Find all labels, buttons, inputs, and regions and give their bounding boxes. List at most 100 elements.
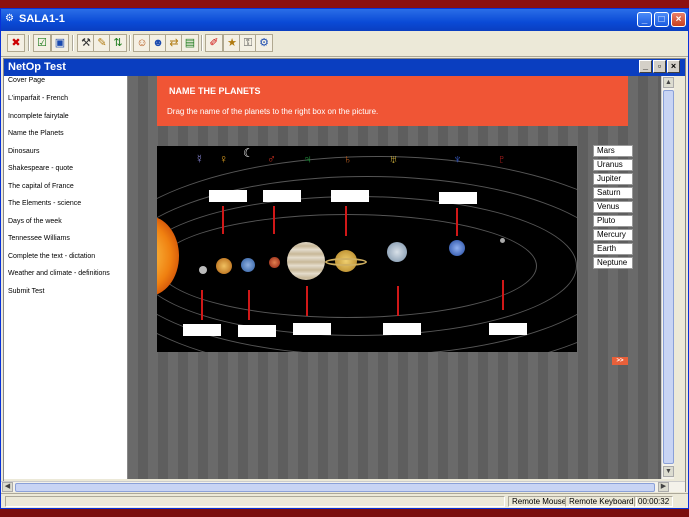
pointer-line	[273, 206, 275, 234]
drop-box-top-4[interactable]	[439, 192, 477, 204]
status-remote-keyboard: Remote Keyboard	[565, 496, 638, 507]
status-bar: Remote Mouse Remote Keyboard 00:00:32	[1, 493, 688, 508]
nav-item-dinosaurs[interactable]: Dinosaurs	[8, 148, 40, 155]
nav-item-submit[interactable]: Submit Test	[8, 288, 44, 295]
neptune-symbol: ♆	[453, 152, 462, 166]
pluto-symbol: ♇	[497, 152, 506, 166]
neptune-planet	[449, 240, 465, 256]
scroll-left-icon[interactable]: ◀	[2, 482, 13, 492]
nav-item-weather[interactable]: Weather and climate - definitions	[8, 270, 110, 277]
nav-item-capital-france[interactable]: The capital of France	[8, 183, 74, 190]
drop-box-top-2[interactable]	[263, 190, 301, 202]
test-navigation: Cover Page L'imparfait - French Incomple…	[4, 76, 128, 479]
drop-box-bottom-5[interactable]	[489, 323, 527, 335]
nav-item-cover-page[interactable]: Cover Page	[8, 77, 45, 84]
planet-label-venus[interactable]: Venus	[593, 201, 633, 213]
scroll-right-icon[interactable]: ▶	[658, 482, 669, 492]
pointer-line	[248, 290, 250, 320]
planet-label-saturn[interactable]: Saturn	[593, 187, 633, 199]
netop-test-title: NetOp Test	[8, 61, 66, 73]
status-timer: 00:00:32	[634, 496, 674, 507]
close-session-icon[interactable]: ✖	[7, 34, 25, 52]
toolbar-separator	[129, 35, 131, 51]
screen-icon[interactable]: ▣	[51, 34, 69, 52]
nav-item-days-week[interactable]: Days of the week	[8, 218, 62, 225]
planet-label-uranus[interactable]: Uranus	[593, 159, 633, 171]
mars-symbol: ♂	[267, 152, 276, 166]
chart-icon[interactable]: ▤	[181, 34, 199, 52]
vertical-scroll-thumb[interactable]	[663, 90, 674, 464]
mars-planet	[269, 257, 280, 268]
inner-restore-button[interactable]: ▫	[653, 60, 666, 73]
status-remote-mouse: Remote Mouse	[508, 496, 571, 507]
planet-label-jupiter[interactable]: Jupiter	[593, 173, 633, 185]
nav-item-elements[interactable]: The Elements - science	[8, 200, 81, 207]
moon-symbol: ☾	[243, 146, 254, 160]
exercise-instruction: Drag the name of the planets to the righ…	[167, 107, 379, 116]
drop-box-bottom-3[interactable]	[293, 323, 331, 335]
planet-label-pluto[interactable]: Pluto	[593, 215, 633, 227]
venus-planet	[216, 258, 232, 274]
nav-item-fairytale[interactable]: Incomplete fairytale	[8, 113, 69, 120]
uranus-planet	[387, 242, 407, 262]
marker-icon[interactable]: ✐	[205, 34, 223, 52]
drop-box-bottom-1[interactable]	[183, 324, 221, 336]
nav-item-planets[interactable]: Name the Planets	[8, 130, 64, 137]
nav-item-dictation[interactable]: Complete the text - dictation	[8, 253, 95, 260]
mercury-symbol: ☿	[195, 152, 204, 166]
close-button[interactable]: ×	[671, 12, 686, 27]
pointer-line	[201, 290, 203, 320]
netop-test-title-bar: NetOp Test _ ▫ ×	[4, 59, 685, 76]
gear-icon[interactable]: ⚙	[255, 34, 273, 52]
planet-label-earth[interactable]: Earth	[593, 243, 633, 255]
vertical-scrollbar[interactable]: ▲ ▼	[661, 76, 674, 479]
drop-box-bottom-4[interactable]	[383, 323, 421, 335]
toolbar-separator	[28, 35, 30, 51]
drop-box-bottom-2[interactable]	[238, 325, 276, 337]
pointer-line	[306, 286, 308, 316]
check-icon[interactable]: ☑	[33, 34, 51, 52]
drop-box-top-1[interactable]	[209, 190, 247, 202]
toolbar: ✖ ☑ ▣ ⚒ ✎ ⇅ ☺ ☻ ⇄ ▤ ✐ ★ ⚿ ⚙	[1, 31, 688, 57]
netop-test-window: NetOp Test _ ▫ × Cover Page L'imparfait …	[3, 58, 686, 492]
toolbar-separator	[72, 35, 74, 51]
planet-label-mars[interactable]: Mars	[593, 145, 633, 157]
pointer-line	[397, 286, 399, 316]
exercise-title: NAME THE PLANETS	[169, 86, 261, 96]
maximize-button[interactable]: □	[654, 12, 669, 27]
next-page-button[interactable]: >>	[612, 357, 628, 365]
title-bar: ⚙ SALA1-1 _ □ ×	[1, 9, 688, 31]
status-message	[5, 496, 505, 507]
window-title: SALA1-1	[19, 13, 65, 25]
mercury-planet	[199, 266, 207, 274]
pointer-line	[502, 280, 504, 310]
planet-label-neptune[interactable]: Neptune	[593, 257, 633, 269]
scroll-up-icon[interactable]: ▲	[663, 77, 674, 88]
inner-close-button[interactable]: ×	[667, 60, 680, 73]
saturn-symbol: ♄	[343, 152, 352, 166]
planet-label-mercury[interactable]: Mercury	[593, 229, 633, 241]
venus-symbol: ♀	[219, 152, 228, 166]
jupiter-planet	[287, 242, 325, 280]
horizontal-scrollbar[interactable]: ◀ ▶	[1, 481, 685, 492]
arrows-icon[interactable]: ⇅	[109, 34, 127, 52]
inner-minimize-button[interactable]: _	[639, 60, 652, 73]
pointer-line	[345, 206, 347, 236]
app-icon: ⚙	[5, 13, 14, 24]
desktop-background	[0, 0, 689, 8]
pluto-planet	[500, 238, 505, 243]
drop-box-top-3[interactable]	[331, 190, 369, 202]
solar-system-picture: ☿ ♀ ☾ ♂ ♃ ♄ ♅ ♆ ♇	[157, 146, 577, 352]
nav-item-tennessee[interactable]: Tennessee Williams	[8, 235, 70, 242]
horizontal-scroll-thumb[interactable]	[15, 483, 655, 492]
desktop-background-bottom	[0, 509, 689, 517]
pointer-line	[222, 206, 224, 234]
nav-item-imparfait[interactable]: L'imparfait - French	[8, 95, 68, 102]
uranus-symbol: ♅	[389, 152, 398, 166]
minimize-button[interactable]: _	[637, 12, 652, 27]
exercise-header: NAME THE PLANETS Drag the name of the pl…	[157, 76, 628, 126]
nav-item-shakespeare[interactable]: Shakespeare - quote	[8, 165, 73, 172]
scroll-down-icon[interactable]: ▼	[663, 466, 674, 477]
exercise-area: NAME THE PLANETS Drag the name of the pl…	[128, 76, 661, 479]
saturn-rings	[325, 258, 367, 266]
